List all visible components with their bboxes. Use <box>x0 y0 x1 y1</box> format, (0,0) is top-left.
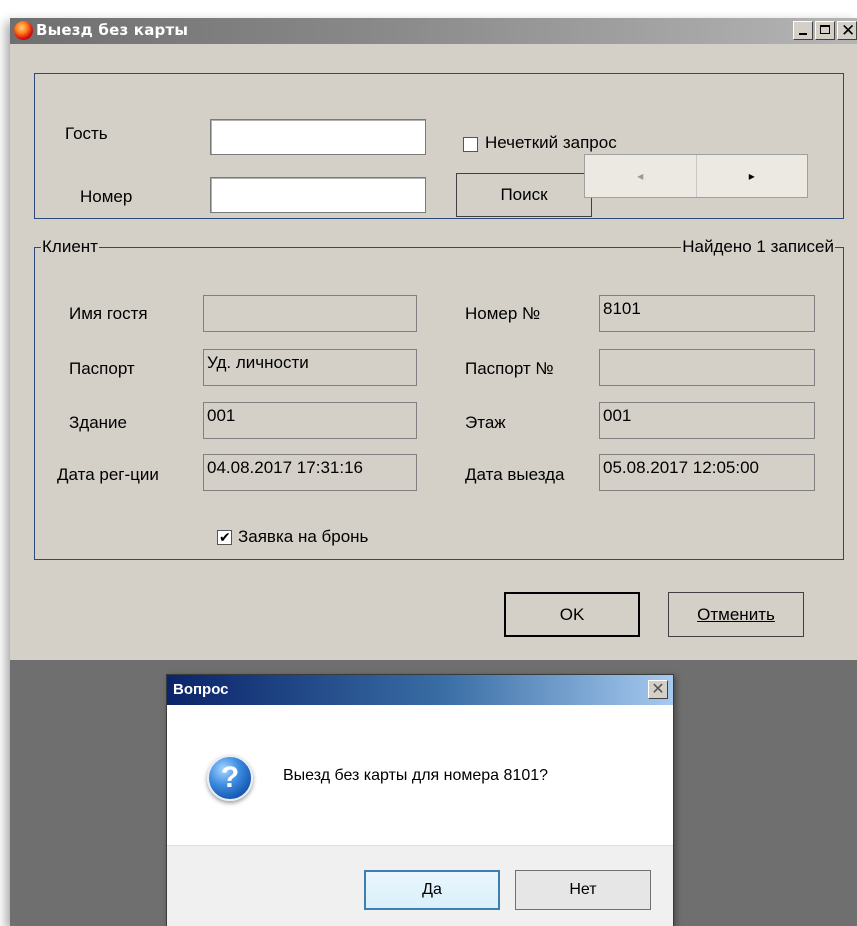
cancel-button[interactable]: Отменить <box>668 592 804 637</box>
room-label: Номер <box>80 187 133 206</box>
app-icon <box>14 21 33 40</box>
building-label: Здание <box>69 413 127 432</box>
search-button[interactable]: Поиск <box>456 173 592 217</box>
close-icon: ✕ <box>651 681 665 698</box>
close-icon: ✕ <box>841 21 856 40</box>
window-titlebar[interactable]: Выезд без карты ✕ <box>10 18 857 44</box>
guest-name-field[interactable] <box>203 295 417 332</box>
guest-input[interactable] <box>210 119 426 155</box>
no-button[interactable]: Нет <box>515 870 651 910</box>
floor-field[interactable]: 001 <box>599 402 815 439</box>
room-no-label: Номер № <box>465 304 541 323</box>
prev-record-button[interactable]: ◂ <box>585 155 696 197</box>
ok-button[interactable]: OK <box>504 592 640 637</box>
checkout-date-label: Дата выезда <box>465 465 565 484</box>
dialog-close-button[interactable]: ✕ <box>648 680 668 699</box>
arrow-left-icon: ◂ <box>637 169 644 183</box>
building-field[interactable]: 001 <box>203 402 417 439</box>
next-record-button[interactable]: ▸ <box>695 155 808 197</box>
arrow-right-icon: ▸ <box>748 169 755 183</box>
dialog-message: Выезд без карты для номера 8101? <box>283 767 549 784</box>
passport-label: Паспорт <box>69 359 135 378</box>
minimize-icon <box>799 33 807 35</box>
found-records-text: Найдено 1 записей <box>681 237 835 257</box>
booking-request-checkbox[interactable]: ✔ <box>217 529 232 545</box>
cancel-button-label: Отменить <box>697 604 775 624</box>
passport-no-label: Паспорт № <box>465 359 554 378</box>
client-group-label: Клиент <box>41 237 99 257</box>
fuzzy-query-label: Нечеткий запрос <box>485 133 617 152</box>
reg-date-label: Дата рег-ции <box>57 465 159 484</box>
navigation-arrows: ◂ ▸ <box>584 154 808 198</box>
close-button[interactable]: ✕ <box>837 21 857 40</box>
minimize-button[interactable] <box>793 21 813 40</box>
window-title: Выезд без карты <box>36 21 189 39</box>
dialog-title: Вопрос <box>173 681 229 698</box>
floor-label: Этаж <box>465 413 506 432</box>
room-input[interactable] <box>210 177 426 213</box>
guest-name-label: Имя гостя <box>69 304 148 323</box>
dialog-footer: Да Нет <box>167 845 673 926</box>
passport-no-field[interactable] <box>599 349 815 386</box>
guest-label: Гость <box>65 124 108 143</box>
question-dialog: Вопрос ✕ ? Выезд без карты для номера 81… <box>166 674 674 926</box>
passport-field[interactable]: Уд. личности <box>203 349 417 386</box>
fuzzy-query-checkbox[interactable] <box>463 137 478 152</box>
dialog-titlebar[interactable]: Вопрос ✕ <box>167 675 673 705</box>
check-icon: ✔ <box>219 529 231 545</box>
booking-request-label: Заявка на бронь <box>238 527 369 546</box>
maximize-button[interactable] <box>815 21 835 40</box>
question-icon: ? <box>207 755 253 801</box>
yes-button[interactable]: Да <box>364 870 500 910</box>
checkout-date-field[interactable]: 05.08.2017 12:05:00 <box>599 454 815 491</box>
reg-date-field[interactable]: 04.08.2017 17:31:16 <box>203 454 417 491</box>
client-group: Клиент Найдено 1 записей Имя гостя Номер… <box>34 237 844 560</box>
room-no-field[interactable]: 8101 <box>599 295 815 332</box>
maximize-icon <box>820 25 830 34</box>
